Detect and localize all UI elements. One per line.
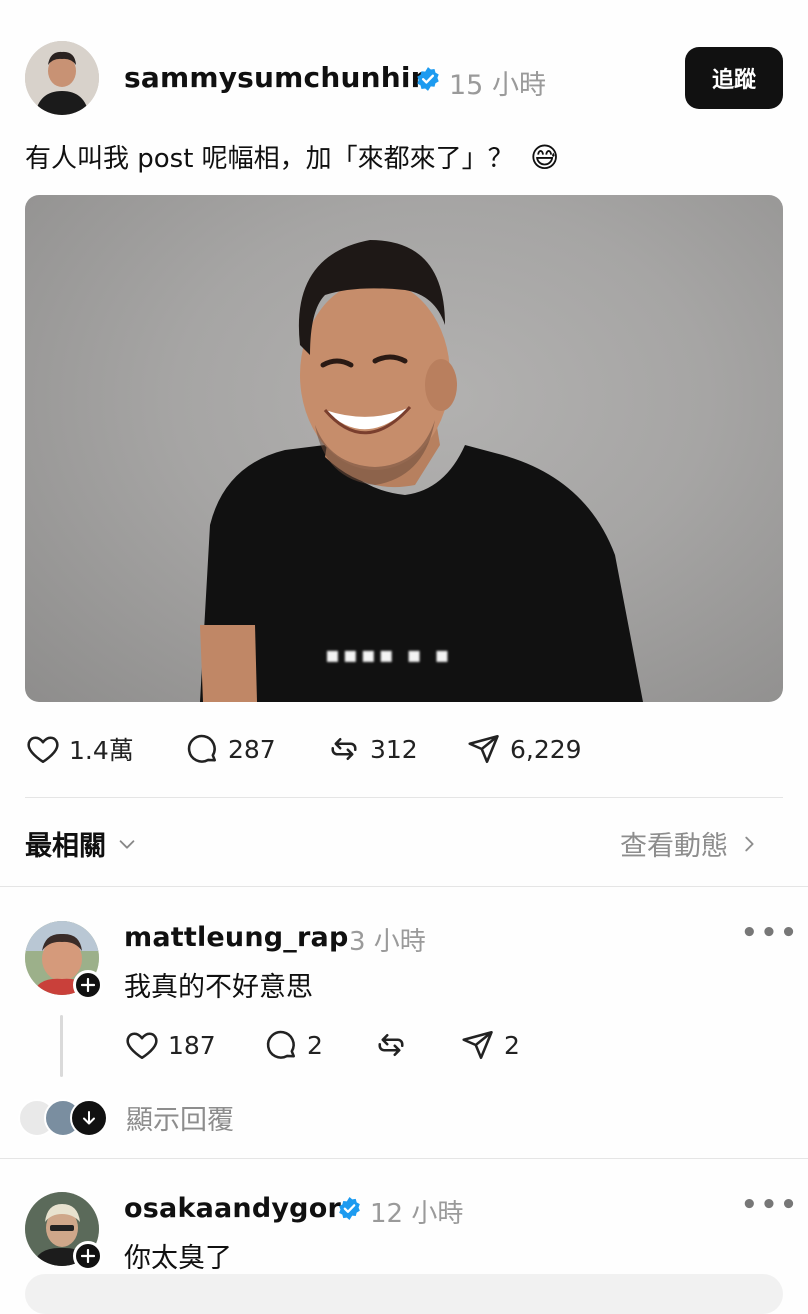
comment-repost-button[interactable] [373,1027,409,1063]
post-photo-illustration [200,240,643,702]
repost-icon [378,1033,404,1057]
comment-text: 我真的不好意思 [124,972,313,1003]
comment-count: 287 [228,734,276,764]
comment-time: 12 小時 [370,1199,464,1229]
post-caption: 有人叫我 post 呢幅相，加「來都來了」？ 😅 [25,138,559,175]
heart-icon [126,1032,158,1060]
share-count: 6,229 [510,734,582,764]
reply-thread-line [60,1015,63,1077]
arrow-down-icon [70,1098,108,1137]
comment-reply-count: 2 [307,1030,323,1060]
verified-badge-icon [415,66,441,92]
comment-like-count: 187 [168,1030,216,1060]
author-username[interactable]: sammysumchunhin [124,61,431,94]
caption-emoji: 😅 [529,141,560,174]
view-activity-link[interactable]: 查看動態 [620,824,760,863]
chevron-down-icon [119,839,135,849]
follow-commenter-button[interactable] [73,970,103,1000]
repost-count: 312 [370,734,418,764]
repost-icon [331,737,357,761]
comment-icon [187,734,217,763]
comment-reply-button[interactable]: 2 [263,1027,323,1063]
comment-like-button[interactable]: 187 [124,1027,216,1063]
comment-share-button[interactable]: 2 [460,1027,520,1063]
plus-icon [81,978,95,992]
sort-label: 最相關 [25,831,106,862]
follow-commenter-button[interactable] [73,1241,103,1271]
share-icon [462,1030,493,1060]
plus-icon [81,1249,95,1263]
more-icon[interactable]: ••• [741,918,800,948]
divider [0,1158,808,1159]
photo-watermark: ▪▪▪▪ ▪ ▪ [325,643,453,668]
comment-icon [266,1030,296,1059]
post-time: 15 小時 [449,70,546,101]
more-icon[interactable]: ••• [741,1190,800,1220]
author-avatar[interactable] [25,41,99,115]
comment-share-count: 2 [504,1030,520,1060]
post-photo[interactable]: ▪▪▪▪ ▪ ▪ [25,195,783,702]
comment-time: 3 小時 [349,927,426,957]
show-replies-button[interactable]: 顯示回覆 [18,1098,234,1137]
comment-text: 你太臭了 [124,1243,232,1274]
heart-icon [27,736,59,764]
like-button[interactable]: 1.4萬 [25,731,134,767]
share-button[interactable]: 6,229 [466,731,582,767]
divider [25,797,783,798]
caption-text: 有人叫我 post 呢幅相，加「來都來了」？ [25,144,514,174]
show-replies-label: 顯示回覆 [126,1105,234,1136]
follow-button[interactable]: 追蹤 [685,47,783,109]
chevron-right-icon [745,836,754,851]
sort-dropdown[interactable]: 最相關 [25,824,138,863]
view-activity-label: 查看動態 [620,831,728,862]
comment-button[interactable]: 287 [184,731,276,767]
like-count: 1.4萬 [69,736,134,765]
commenter-username[interactable]: mattleung_rap [124,922,348,953]
divider [0,886,808,887]
verified-badge-icon [337,1196,362,1221]
bottom-toolbar [25,1274,783,1314]
repost-button[interactable]: 312 [326,731,418,767]
share-icon [468,734,499,764]
commenter-username[interactable]: osakaandygor [124,1193,341,1224]
